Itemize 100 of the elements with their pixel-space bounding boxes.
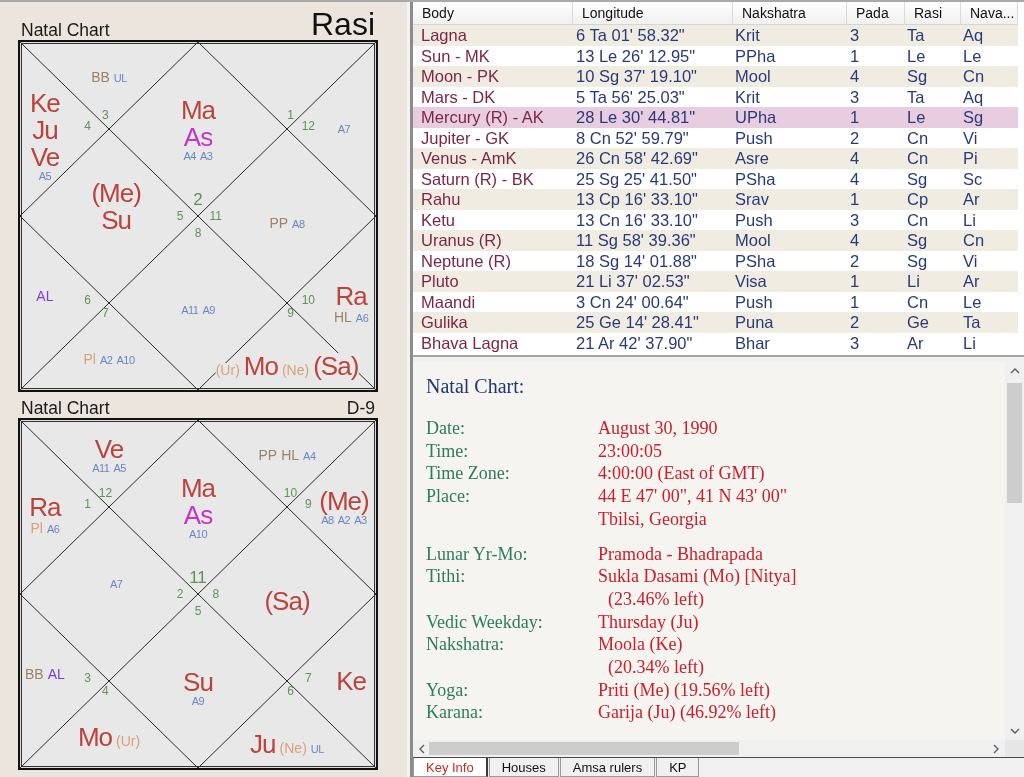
sign-number: 8 xyxy=(194,227,202,240)
table-cell-text: PSha xyxy=(734,168,776,189)
table-cell-text: Sg xyxy=(906,168,928,189)
arudha-label: A5 xyxy=(113,462,126,474)
arudha-label: A4 xyxy=(183,150,196,162)
table-row[interactable]: Uranus (R) 11 Sg 58' 39.36" Mool 4 Sg Cn xyxy=(413,230,1018,251)
table-cell-text: Jupiter - GK xyxy=(420,127,510,148)
table-cell-text: Rahu xyxy=(420,189,461,210)
table-cell-text: 4 xyxy=(849,168,860,189)
table-row[interactable]: Gulika 25 Ge 14' 28.41" Puna 2 Ge Ta xyxy=(413,312,1018,333)
sign-number: 3 xyxy=(102,109,109,122)
table-cell-text: 11 Sg 58' 39.36" xyxy=(575,230,696,251)
info-label: Date: xyxy=(426,417,465,440)
chevron-up-icon[interactable] xyxy=(1009,368,1020,374)
arudha-label: A9 xyxy=(202,304,215,316)
table-cell-text: 25 Ge 14' 28.41" xyxy=(575,312,699,333)
column-header[interactable]: Body xyxy=(413,2,573,24)
special-lagna-label: PP xyxy=(258,447,278,462)
table-cell-text: Sg xyxy=(906,230,928,251)
table-cell-text: Bhava Lagna xyxy=(420,332,519,353)
table-cell-text: Gulika xyxy=(420,312,468,333)
horizontal-scrollbar[interactable] xyxy=(413,740,1005,757)
table-cell-text: 4 xyxy=(849,66,860,87)
outer-planet-label: Pl xyxy=(83,351,96,366)
table-cell-text: Krit xyxy=(734,86,760,107)
column-header[interactable]: Nava... xyxy=(961,2,1018,24)
sign-number: 4 xyxy=(84,119,91,132)
chevron-left-icon[interactable] xyxy=(419,743,425,754)
table-cell-text: Ta xyxy=(962,312,981,333)
tab[interactable]: KP xyxy=(656,758,700,777)
table-cell-text: Li xyxy=(962,209,976,230)
sign-number: 12 xyxy=(301,119,316,132)
table-cell-text: Ketu xyxy=(420,209,455,230)
table-cell-text: 2 xyxy=(849,312,860,333)
info-value: Moola (Ke) xyxy=(598,633,683,657)
table-cell-text: Ar xyxy=(906,332,924,353)
column-header[interactable]: Pada xyxy=(847,2,905,24)
table-cell-text: 3 xyxy=(849,209,860,230)
arudha-label: A10 xyxy=(116,354,135,366)
chevron-right-icon[interactable] xyxy=(993,743,999,754)
table-cell-text: 5 Ta 56' 25.03" xyxy=(575,86,685,107)
chart-name: D-9 xyxy=(346,398,375,418)
arudha-label: A3 xyxy=(200,150,213,162)
arudha-label: A2 xyxy=(99,354,113,366)
table-row[interactable]: Mercury (R) - AK 28 Le 30' 44.81" UPha 1 Le Sg xyxy=(413,107,1018,128)
table-cell-text: Mars - DK xyxy=(420,86,496,107)
special-lagna-label: HL xyxy=(333,309,352,324)
column-header[interactable]: Nakshatra xyxy=(733,2,847,24)
arudha-label: A8 xyxy=(321,515,334,526)
table-cell-text: Puna xyxy=(734,312,774,333)
table-cell-text: 4 xyxy=(849,148,860,169)
info-value: Garija (Ju) (46.92% left) xyxy=(598,701,776,725)
tab[interactable]: Key Info xyxy=(413,758,488,777)
table-cell-text: Neptune (R) xyxy=(420,250,511,271)
info-label: Time Zone: xyxy=(426,462,510,486)
table-cell-text: Mercury (R) - AK xyxy=(420,107,544,128)
special-lagna-label: PP xyxy=(269,215,289,230)
table-cell-text: Aq xyxy=(962,86,984,107)
sign-number: 12 xyxy=(98,487,113,500)
arudha-label: A7 xyxy=(337,123,351,135)
table-cell-text: Maandi xyxy=(420,291,476,312)
table-row[interactable]: Pluto 21 Li 37' 02.53" Visa 1 Li Ar xyxy=(413,271,1018,292)
sign-number: 11 xyxy=(209,210,223,222)
table-row[interactable]: Moon - PK 10 Sg 37' 19.10" Mool 4 Sg Cn xyxy=(413,66,1018,87)
table-cell-text: Cn xyxy=(906,127,929,148)
table-row[interactable]: Venus - AmK 26 Cn 58' 42.69" Asre 4 Cn Pi xyxy=(413,148,1018,169)
table-cell-text: Ta xyxy=(906,25,925,46)
table-cell-text: Ar xyxy=(962,189,980,210)
table-cell-text: Sc xyxy=(962,168,983,189)
special-lagna-label: HL xyxy=(281,447,300,462)
table-cell-text: Srav xyxy=(734,189,769,210)
table-cell-text: Krit xyxy=(734,25,760,46)
column-header[interactable]: Longitude xyxy=(573,2,733,24)
info-value: Pramoda - Bhadrapada xyxy=(598,542,763,566)
sign-number: 6 xyxy=(84,293,91,306)
tab[interactable]: Amsa rulers xyxy=(559,758,656,777)
info-value: (23.46% left) xyxy=(608,587,704,611)
table-row[interactable]: Lagna 6 Ta 01' 58.32" Krit 3 Ta Aq xyxy=(413,25,1018,46)
table-cell-text: 1 xyxy=(849,189,860,210)
table-cell-text: Push xyxy=(734,127,773,148)
scrollbar-thumb[interactable] xyxy=(429,742,739,755)
scrollbar-thumb[interactable] xyxy=(1007,383,1022,503)
table-cell-text: Saturn (R) - BK xyxy=(420,168,534,189)
table-cell-text: Pi xyxy=(962,148,978,169)
table-cell-text: Vi xyxy=(962,127,978,148)
table-cell-text: Aq xyxy=(962,25,984,46)
info-label: Tithi: xyxy=(426,565,466,588)
table-cell-text: Cn xyxy=(906,291,929,312)
tab[interactable]: Houses xyxy=(488,758,559,777)
table-cell-text: 6 Ta 01' 58.32" xyxy=(575,25,685,46)
table-cell-text: 3 xyxy=(849,25,860,46)
chevron-down-icon[interactable] xyxy=(1009,728,1020,734)
table-cell-text: Moon - PK xyxy=(420,66,499,87)
arudha-label: A6 xyxy=(46,523,60,535)
table-row[interactable]: Rahu 13 Cp 16' 33.10" Srav 1 Cp Ar xyxy=(413,189,1018,210)
sign-number: 10 xyxy=(283,487,298,500)
info-value: 23:00:05 xyxy=(598,439,662,463)
column-header[interactable]: Rasi xyxy=(905,2,961,24)
arudha-lagna-label: AL xyxy=(47,667,65,682)
vertical-scrollbar[interactable] xyxy=(1005,362,1024,740)
